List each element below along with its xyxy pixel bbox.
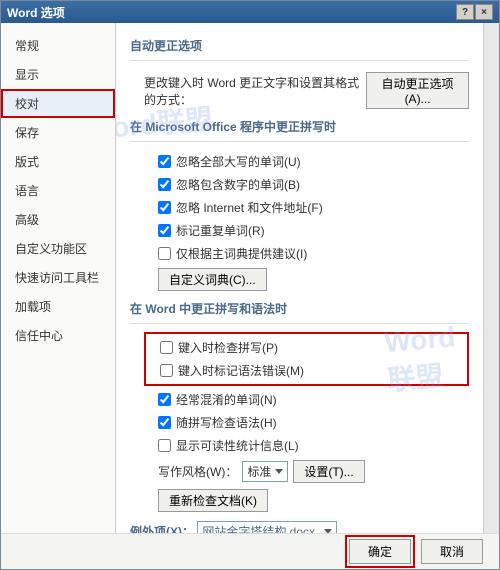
autocorrect-row: 更改键入时 Word 更正文字和设置其格式的方式： 自动更正选项(A)... bbox=[130, 69, 469, 112]
sidebar-item-qat[interactable]: 快速访问工具栏 bbox=[1, 263, 115, 292]
chk-check-spelling-typing[interactable] bbox=[160, 341, 173, 354]
chk-ignore-numbers[interactable] bbox=[158, 178, 171, 191]
word-options: 键入时检查拼写(P) 键入时标记语法错误(M) 经常混淆的单词(N) 随拼写检查… bbox=[130, 332, 469, 515]
content-pane: Word联盟 Word联盟 自动更正选项 更改键入时 Word 更正文字和设置其… bbox=[116, 23, 483, 533]
sidebar-item-advanced[interactable]: 高级 bbox=[1, 205, 115, 234]
sidebar-item-language[interactable]: 语言 bbox=[1, 176, 115, 205]
chk-flag-repeated[interactable] bbox=[158, 224, 171, 237]
word-options-dialog: Word 选项 ? × 常规 显示 校对 保存 版式 语言 高级 自定义功能区 … bbox=[0, 0, 500, 570]
sidebar: 常规 显示 校对 保存 版式 语言 高级 自定义功能区 快速访问工具栏 加载项 … bbox=[1, 23, 116, 533]
autocorrect-options-button[interactable]: 自动更正选项(A)... bbox=[366, 72, 469, 109]
recheck-doc-button[interactable]: 重新检查文档(K) bbox=[158, 489, 268, 512]
writing-style-combo[interactable]: 标准 bbox=[242, 461, 288, 482]
chk-confused-words[interactable] bbox=[158, 393, 171, 406]
except-doc-combo[interactable]: 网站金字塔结构.docx bbox=[197, 521, 337, 533]
sidebar-item-general[interactable]: 常规 bbox=[1, 31, 115, 60]
autocorrect-label: 更改键入时 Word 更正文字和设置其格式的方式： bbox=[144, 74, 361, 108]
sidebar-item-display[interactable]: 显示 bbox=[1, 60, 115, 89]
sidebar-item-addins[interactable]: 加载项 bbox=[1, 292, 115, 321]
dialog-title: Word 选项 bbox=[7, 4, 65, 21]
titlebar-buttons: ? × bbox=[456, 4, 493, 20]
chk-readability-stats[interactable] bbox=[158, 439, 171, 452]
sidebar-item-save[interactable]: 保存 bbox=[1, 118, 115, 147]
office-options: 忽略全部大写的单词(U) 忽略包含数字的单词(B) 忽略 Internet 和文… bbox=[130, 150, 469, 294]
scrollbar[interactable] bbox=[483, 23, 499, 533]
section-except-header: 例外项(X)： 网站金字塔结构.docx bbox=[130, 515, 469, 533]
chk-grammar-with-spelling[interactable] bbox=[158, 416, 171, 429]
highlighted-options: 键入时检查拼写(P) 键入时标记语法错误(M) bbox=[144, 332, 469, 386]
section-autocorrect-header: 自动更正选项 bbox=[130, 31, 469, 61]
close-button[interactable]: × bbox=[475, 4, 493, 20]
chk-mark-grammar-typing[interactable] bbox=[160, 364, 173, 377]
dialog-footer: 确定 取消 bbox=[1, 533, 499, 569]
settings-button[interactable]: 设置(T)... bbox=[293, 460, 364, 483]
section-office-header: 在 Microsoft Office 程序中更正拼写时 bbox=[130, 112, 469, 142]
cancel-button[interactable]: 取消 bbox=[421, 539, 483, 564]
custom-dict-button[interactable]: 自定义词典(C)... bbox=[158, 268, 267, 291]
titlebar: Word 选项 ? × bbox=[1, 1, 499, 23]
writing-style-label: 写作风格(W)： bbox=[158, 463, 237, 480]
chk-ignore-internet[interactable] bbox=[158, 201, 171, 214]
chk-ignore-uppercase[interactable] bbox=[158, 155, 171, 168]
sidebar-item-proofing[interactable]: 校对 bbox=[1, 89, 115, 118]
dialog-body: 常规 显示 校对 保存 版式 语言 高级 自定义功能区 快速访问工具栏 加载项 … bbox=[1, 23, 499, 533]
chk-main-dict-only[interactable] bbox=[158, 247, 171, 260]
sidebar-item-layout[interactable]: 版式 bbox=[1, 147, 115, 176]
sidebar-item-trust[interactable]: 信任中心 bbox=[1, 321, 115, 350]
help-button[interactable]: ? bbox=[456, 4, 474, 20]
sidebar-item-ribbon[interactable]: 自定义功能区 bbox=[1, 234, 115, 263]
section-word-header: 在 Word 中更正拼写和语法时 bbox=[130, 294, 469, 324]
ok-button[interactable]: 确定 bbox=[349, 539, 411, 564]
